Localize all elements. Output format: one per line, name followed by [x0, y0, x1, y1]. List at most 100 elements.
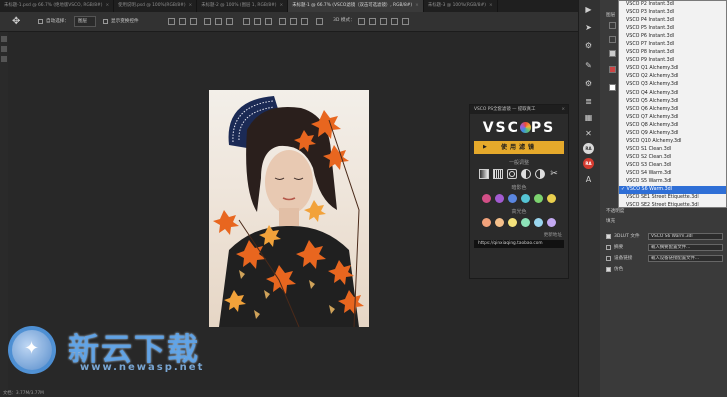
tool-slot[interactable]	[1, 56, 7, 62]
lut-item[interactable]: VSCO P9 Instant.3dl	[619, 57, 726, 65]
histogram-icon[interactable]	[493, 169, 503, 179]
highlight-color-swatch[interactable]	[508, 218, 517, 227]
apply-filter-button[interactable]: ▶ 使用滤镜	[474, 141, 564, 154]
auto-align-icon[interactable]	[316, 18, 323, 25]
shadow-color-swatch[interactable]	[482, 194, 491, 203]
close-icon[interactable]: ×	[280, 3, 284, 8]
tool-slot[interactable]	[1, 36, 7, 42]
distribute-hcenter-icon[interactable]	[290, 18, 297, 25]
swatch[interactable]	[609, 36, 616, 43]
close-icon[interactable]: ×	[561, 105, 565, 114]
lut-item[interactable]: VSCO Q1 Alchemy.3dl	[619, 65, 726, 73]
shadow-color-swatch[interactable]	[534, 194, 543, 203]
device-select[interactable]: 载入设备链接配置文件...	[648, 255, 723, 262]
close-icon[interactable]: ×	[415, 3, 419, 8]
lut-radio[interactable]	[606, 234, 611, 239]
shadow-color-swatch[interactable]	[547, 194, 556, 203]
distribute-vcenter-icon[interactable]	[254, 18, 261, 25]
lut-item[interactable]: VSCO P3 Instant.3dl	[619, 9, 726, 17]
close-icon[interactable]: ×	[189, 3, 193, 8]
lut-item[interactable]: VSCO S1 Clean.3dl	[619, 146, 726, 154]
contrast-icon[interactable]	[507, 169, 517, 179]
lut-item[interactable]: VSCO P7 Instant.3dl	[619, 41, 726, 49]
align-hcenter-icon[interactable]	[215, 18, 222, 25]
3d-scale-icon[interactable]	[402, 18, 409, 25]
gear-icon[interactable]: ⚙	[583, 40, 594, 51]
auto-select-checkbox[interactable]	[38, 19, 43, 24]
highlight-color-swatch[interactable]	[534, 218, 543, 227]
lut-item[interactable]: VSCO Q7 Alchemy.3dl	[619, 114, 726, 122]
3d-drag-icon[interactable]	[380, 18, 387, 25]
lut-item[interactable]: VSCO P5 Instant.3dl	[619, 25, 726, 33]
settings-icon[interactable]: ⚙	[583, 78, 594, 89]
document-tab[interactable]: 未标题-2 @ 100% (图层 1, RGB/8#) ×	[197, 0, 289, 12]
lut-item[interactable]: VSCO Q8 Alchemy.3dl	[619, 122, 726, 130]
play-icon[interactable]: ▶	[583, 4, 594, 15]
layers-icon[interactable]: ≣	[583, 96, 594, 107]
abstract-select[interactable]: 载入摘要配置文件...	[648, 244, 723, 251]
arrow-icon[interactable]: ➤	[583, 22, 594, 33]
ra-red-icon[interactable]: RA	[583, 158, 594, 169]
abstract-radio[interactable]	[606, 245, 611, 250]
ra-icon[interactable]: RA	[583, 143, 594, 154]
3d-slide-icon[interactable]	[391, 18, 398, 25]
document-tab[interactable]: 使用说明.psd @ 100%(RGB/8#) ×	[114, 0, 198, 12]
lut-item[interactable]: VSCO Q4 Alchemy.3dl	[619, 90, 726, 98]
highlight-color-swatch[interactable]	[521, 218, 530, 227]
url-field[interactable]: https://qinxiaqing.taobao.com	[474, 240, 564, 248]
lut-item[interactable]: VSCO P8 Instant.3dl	[619, 49, 726, 57]
highlight-color-swatch[interactable]	[482, 218, 491, 227]
lut-item[interactable]: VSCO P4 Instant.3dl	[619, 17, 726, 25]
device-radio[interactable]	[606, 256, 611, 261]
lut-item[interactable]: VSCO Q3 Alchemy.3dl	[619, 81, 726, 89]
move-tool-icon[interactable]: ✥	[12, 16, 24, 28]
lut-item[interactable]: VSCO SE1 Street Etiquette.3dl	[619, 194, 726, 202]
lut-item[interactable]: VSCO Q9 Alchemy.3dl	[619, 130, 726, 138]
shadow-color-swatch[interactable]	[521, 194, 530, 203]
vsco-panel-titlebar[interactable]: VSCO PS全套滤镜 — 提取真工 ×	[470, 105, 568, 114]
lut-item[interactable]: VSCO Q2 Alchemy.3dl	[619, 73, 726, 81]
3d-roll-icon[interactable]	[369, 18, 376, 25]
distribute-right-icon[interactable]	[301, 18, 308, 25]
close-icon[interactable]: ×	[489, 3, 493, 8]
shadow-color-swatch[interactable]	[508, 194, 517, 203]
shadow-color-swatch[interactable]	[495, 194, 504, 203]
lut-select[interactable]: VSCO S6 Warm.3dl	[648, 233, 723, 240]
lut-item[interactable]: VSCO S5 Warm.3dl	[619, 178, 726, 186]
3d-rotate-icon[interactable]	[358, 18, 365, 25]
canvas-image[interactable]	[209, 90, 369, 327]
lut-item[interactable]: VSCO SE2 Street Etiquette.3dl	[619, 202, 726, 207]
close-tool-icon[interactable]: ✕	[583, 128, 594, 139]
lut-item-selected[interactable]: ✓ VSCO S6 Warm.3dl	[619, 186, 726, 195]
panel-tab-layers[interactable]: 图层	[606, 12, 615, 18]
align-bottom-icon[interactable]	[190, 18, 197, 25]
lut-item[interactable]: VSCO Q5 Alchemy.3dl	[619, 98, 726, 106]
lut-item[interactable]: VSCO P2 Instant.3dl	[619, 1, 726, 9]
lut-item[interactable]: VSCO S3 Clean.3dl	[619, 162, 726, 170]
lut-item[interactable]: VSCO P6 Instant.3dl	[619, 33, 726, 41]
lut-item[interactable]: VSCO Q10 Alchemy.3dl	[619, 138, 726, 146]
brush-icon[interactable]: ✎	[583, 60, 594, 71]
distribute-bottom-icon[interactable]	[265, 18, 272, 25]
levels-icon[interactable]	[535, 169, 545, 179]
gradient-icon[interactable]	[479, 169, 489, 179]
swatch[interactable]	[609, 22, 616, 29]
highlight-color-swatch[interactable]	[495, 218, 504, 227]
document-tab[interactable]: 未标题-1 @ 66.7% (VSCO滤镜（双击可选滤镜）, RGB/8#) ×	[288, 0, 424, 12]
align-left-icon[interactable]	[204, 18, 211, 25]
dither-checkbox[interactable]	[606, 267, 611, 272]
layer-thumb[interactable]	[609, 66, 616, 73]
lut-item[interactable]: VSCO S4 Warm.3dl	[619, 170, 726, 178]
update-link[interactable]: 更新地址	[470, 232, 562, 238]
document-tab[interactable]: 未标题-3 @ 100%(RGB/8#) ×	[424, 0, 498, 12]
scissors-icon[interactable]: ✂	[549, 169, 559, 179]
layer-thumb[interactable]	[609, 50, 616, 57]
auto-select-dropdown[interactable]: 图层	[74, 16, 96, 27]
grid-icon[interactable]: ▦	[583, 112, 594, 123]
distribute-top-icon[interactable]	[243, 18, 250, 25]
align-top-icon[interactable]	[168, 18, 175, 25]
align-right-icon[interactable]	[226, 18, 233, 25]
layer-thumb[interactable]	[609, 84, 616, 91]
show-transform-checkbox[interactable]	[103, 19, 108, 24]
tool-slot[interactable]	[1, 46, 7, 52]
